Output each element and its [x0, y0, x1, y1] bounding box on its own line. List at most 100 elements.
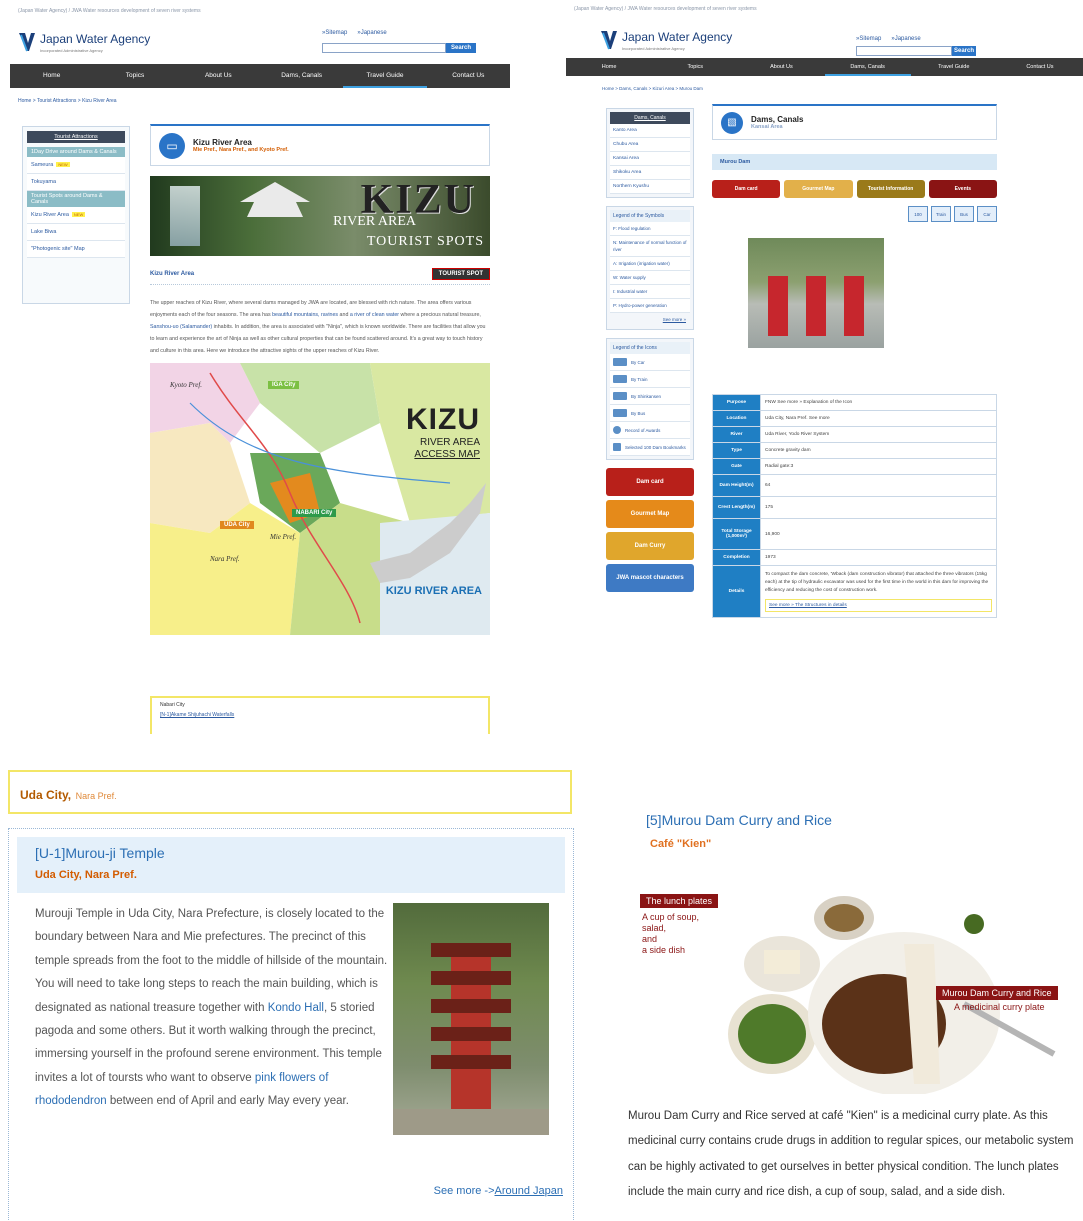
nav-home[interactable]: Home: [566, 58, 652, 76]
curry-subtitle: Café "Kien": [650, 838, 712, 850]
site-logo[interactable]: Japan Water Agency Incorporated Administ…: [18, 30, 150, 53]
dam-main: ▧ Dams, Canals Kansai Area Murou Dam Dam…: [712, 104, 997, 618]
main-nav: Home Topics About Us Dams, Canals Travel…: [10, 64, 510, 88]
nav-topics[interactable]: Topics: [93, 64, 176, 88]
side-item-shikoku[interactable]: Shikoku Area: [610, 166, 690, 180]
page-title: Dams, Canals: [751, 115, 804, 124]
side-item-biwa[interactable]: Lake Biwa: [27, 224, 125, 241]
mascot-banner[interactable]: JWA mascot characters: [606, 564, 694, 592]
side-item-tokuyama[interactable]: Tokuyama: [27, 174, 125, 191]
see-more-link[interactable]: See more »: [610, 313, 690, 326]
see-more-around-japan[interactable]: See more ->Around Japan: [434, 1185, 563, 1197]
sitemap-link[interactable]: »Sitemap: [322, 30, 347, 36]
breadcrumb[interactable]: Home > Tourist Attractions > Kizu River …: [10, 88, 510, 114]
uda-pref-label: Nara Pref.: [75, 791, 117, 801]
side-item-kanto[interactable]: Kanto Area: [610, 124, 690, 138]
site-logo[interactable]: Japan Water Agency Incorporated Administ…: [600, 28, 732, 51]
gourmet-map-button[interactable]: Gourmet Map: [784, 180, 853, 198]
pagoda-body: [451, 1069, 491, 1109]
search-input[interactable]: [856, 46, 952, 56]
legend-item: W: Water supply: [610, 271, 690, 285]
dam-card-button[interactable]: Dam card: [712, 180, 781, 198]
nav-topics[interactable]: Topics: [652, 58, 738, 76]
top-tagline: (Japan Water Agency) / JWA Water resourc…: [574, 6, 757, 12]
breadcrumb[interactable]: Home > Dams, Canals > Kizuri Area > Muro…: [566, 76, 1083, 102]
section-header: Kizu River Area TOURIST SPOT: [150, 268, 490, 285]
dam-card-banner[interactable]: Dam card: [606, 468, 694, 496]
side-item-photogenic[interactable]: "Photogenic site" Map: [27, 241, 125, 258]
kizu-river-page: (Japan Water Agency) / JWA Water resourc…: [10, 6, 510, 734]
nabari-city-label: Nabari City: [160, 702, 185, 708]
bus-icon: Bus: [954, 206, 974, 222]
nav-home[interactable]: Home: [10, 64, 93, 88]
roof-shape: [431, 999, 511, 1013]
search-input[interactable]: [322, 43, 446, 53]
header-links: »Sitemap »Japanese: [322, 30, 387, 36]
lunch-plates-tag: The lunch plates: [640, 894, 719, 908]
search-button[interactable]: Search: [446, 43, 476, 53]
river-link[interactable]: a river of clean water: [350, 312, 399, 318]
castle-shape: [240, 182, 310, 217]
nav-travel-guide[interactable]: Travel Guide: [911, 58, 997, 76]
salamander-link[interactable]: Sanshou-uo (Salamander): [150, 324, 212, 330]
side-item-kansai[interactable]: Kansai Area: [610, 152, 690, 166]
legend-item: F: Flood regulation: [610, 222, 690, 236]
gourmet-map-banner[interactable]: Gourmet Map: [606, 500, 694, 528]
bus-icon: [613, 409, 627, 417]
legend-symbols: Legend of the Symbols F: Flood regulatio…: [606, 206, 694, 330]
side-item-kyushu[interactable]: Northern Kyushu: [610, 180, 690, 194]
side-item-sameura[interactable]: Sameura NEW: [27, 157, 125, 174]
top-tagline: (Japan Water Agency) / JWA Water resourc…: [18, 8, 201, 14]
temple-subtitle: Uda City, Nara Pref.: [35, 869, 137, 881]
side-menu: Tourist Attractions 1Day Drive around Da…: [22, 126, 130, 304]
map-kizu-river-area: KIZU RIVER AREA: [385, 585, 482, 597]
dam-curry-banner[interactable]: Dam Curry: [606, 532, 694, 560]
legend-icons: Legend of the Icons By Car By Train By S…: [606, 338, 694, 460]
nav-about[interactable]: About Us: [738, 58, 824, 76]
uda-city-box: Uda City, Nara Pref.: [8, 770, 572, 814]
legend-bus: By Bus: [610, 405, 690, 422]
japanese-link[interactable]: »Japanese: [357, 30, 386, 36]
map-kyoto: Kyoto Pref.: [170, 381, 203, 389]
map-title-kizu: KIZU: [406, 403, 480, 436]
murou-dam-photo: [748, 238, 884, 348]
side-item-kizu[interactable]: Kizu River Area NEW: [27, 207, 125, 224]
legend-item: I: Industrial water: [610, 285, 690, 299]
curry-note: A medicinal curry plate: [954, 1002, 1045, 1012]
access-icons: 100 Train Bus Car: [712, 206, 997, 222]
mountains-link[interactable]: beautiful mountains, ravines: [272, 312, 338, 318]
area-menu-head[interactable]: Dams, Canals: [610, 112, 690, 124]
curry-title: [5]Murou Dam Curry and Rice: [646, 812, 832, 828]
japanese-link[interactable]: »Japanese: [891, 36, 920, 42]
dam-icon: ▧: [721, 111, 743, 134]
side-menu-head[interactable]: Tourist Attractions: [27, 131, 125, 143]
kizu-banner-image: KIZU RIVER AREA TOURIST SPOTS: [150, 176, 490, 256]
nav-dams[interactable]: Dams, Canals: [260, 64, 343, 88]
table-row: Completion 1973: [712, 549, 997, 566]
nav-about[interactable]: About Us: [177, 64, 260, 88]
train-icon: Train: [931, 206, 951, 222]
curry-photo: The lunch plates A cup of soup, salad, a…: [634, 884, 1080, 1094]
map-title-access: ACCESS MAP: [414, 449, 480, 460]
akame-falls-link[interactable]: [N-1]Akame Shijuhachi Waterfalls: [160, 712, 480, 718]
banner-river-area: RIVER AREA: [333, 214, 416, 229]
legend-award: Record of Awards: [610, 422, 690, 439]
nav-contact[interactable]: Contact Us: [427, 64, 510, 88]
nav-contact[interactable]: Contact Us: [997, 58, 1083, 76]
logo-sub: Incorporated Administrative Agency: [622, 46, 685, 51]
nav-dams[interactable]: Dams, Canals: [824, 58, 911, 76]
events-button[interactable]: Events: [928, 180, 997, 198]
roof-shape: [431, 971, 511, 985]
jwa-logo-icon: [601, 30, 617, 49]
search-button[interactable]: Search: [952, 46, 976, 56]
side-item-chubu[interactable]: Chubu Area: [610, 138, 690, 152]
kondo-hall-link[interactable]: Kondo Hall: [268, 1002, 324, 1014]
structures-link[interactable]: See more » The Structures in details: [765, 599, 992, 612]
sitemap-link[interactable]: »Sitemap: [856, 36, 881, 42]
side-menu: Dams, Canals Kanto Area Chubu Area Kansa…: [606, 108, 694, 596]
map-nara: Nara Pref.: [210, 555, 240, 563]
pagoda-body: [451, 957, 491, 971]
nav-travel-guide[interactable]: Travel Guide: [343, 64, 427, 88]
tourist-info-button[interactable]: Tourist Information: [856, 180, 925, 198]
header-links: »Sitemap »Japanese: [856, 36, 921, 42]
